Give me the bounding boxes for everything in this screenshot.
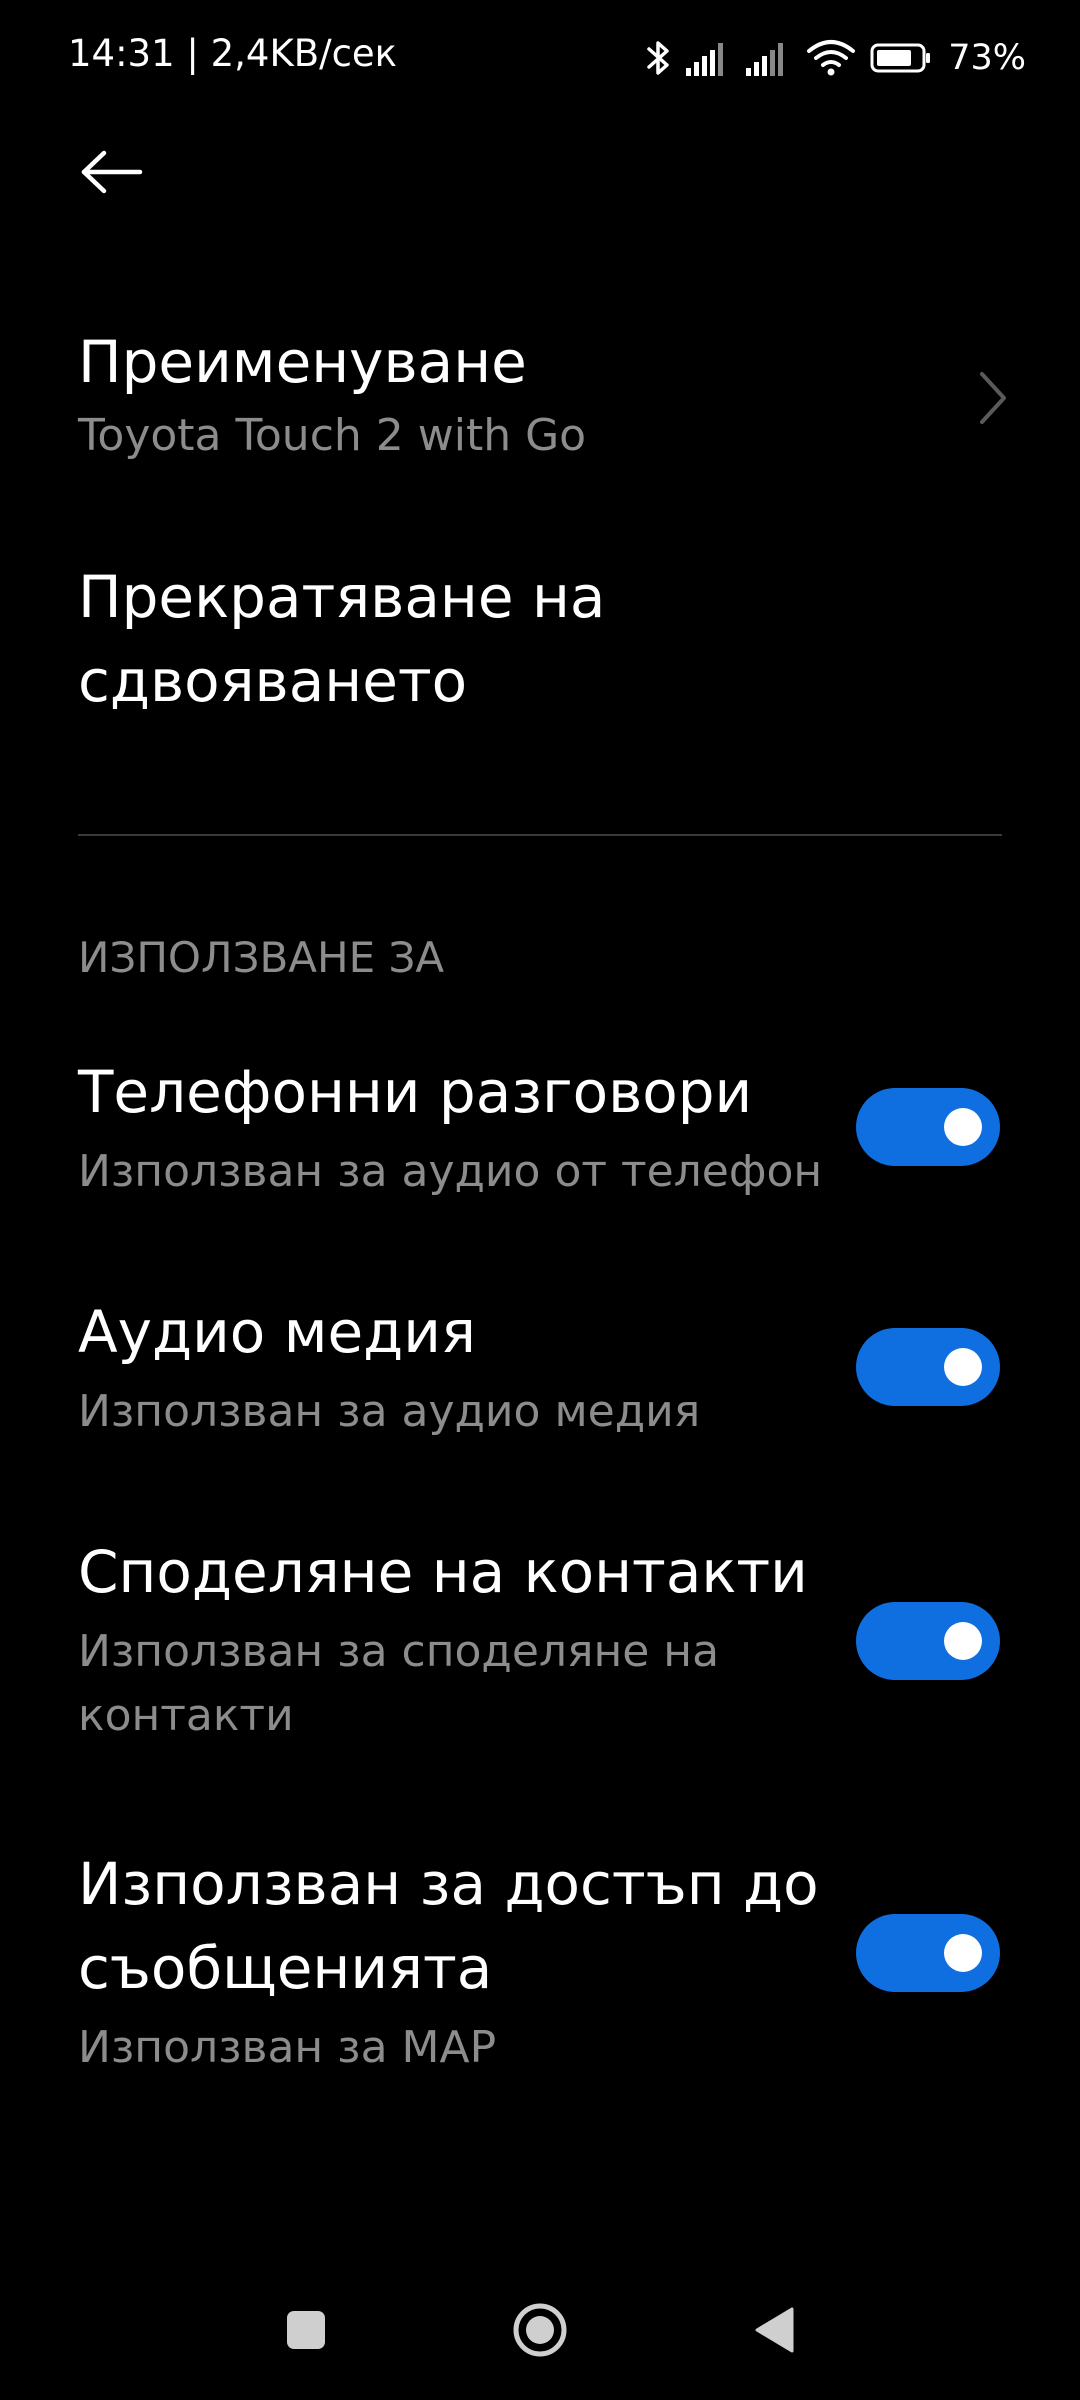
device-name: Toyota Touch 2 with Go [78, 410, 587, 461]
message-access-toggle[interactable] [856, 1914, 1000, 1992]
circle-icon [513, 2303, 567, 2357]
toggle-title: Споделяне на контакти [78, 1538, 808, 1606]
media-audio-toggle[interactable] [856, 1328, 1000, 1406]
toggle-knob [944, 1108, 982, 1146]
status-icons: 73% [646, 30, 1026, 86]
nav-back-button[interactable] [734, 2290, 814, 2370]
square-icon [287, 2311, 325, 2349]
toggle-subtitle: Използван за аудио медия [78, 1386, 701, 1437]
toggle-subtitle-line2: контакти [78, 1690, 294, 1741]
toggle-title-line2: съобщенията [78, 1934, 493, 2002]
chevron-right-icon [980, 372, 1006, 424]
signal-icon [686, 40, 732, 76]
rename-row[interactable]: Преименуване Toyota Touch 2 with Go [0, 300, 1080, 480]
back-button[interactable] [66, 132, 158, 212]
recents-button[interactable] [266, 2290, 346, 2370]
section-header: ИЗПОЛЗВАНЕ ЗА [78, 933, 445, 982]
rename-title: Преименуване [78, 328, 527, 396]
contact-sharing-toggle[interactable] [856, 1602, 1000, 1680]
toggle-subtitle: Използван за MAP [78, 2022, 497, 2073]
unpair-row[interactable]: Прекратяване на сдвояването [0, 555, 1080, 735]
status-bar: 14:31 | 2,4KB/сек 73% [0, 0, 1080, 115]
unpair-title-line2: сдвояването [78, 647, 468, 715]
toggle-row-phone-calls[interactable]: Телефонни разговори Използван за аудио о… [0, 1050, 1080, 1230]
status-time-speed: 14:31 | 2,4KB/сек [68, 32, 398, 75]
toggle-subtitle-line1: Използван за споделяне на [78, 1626, 720, 1677]
toggle-title-line1: Използван за достъп до [78, 1850, 819, 1918]
toggle-row-media-audio[interactable]: Аудио медия Използван за аудио медия [0, 1290, 1080, 1470]
home-button[interactable] [500, 2290, 580, 2370]
battery-icon [870, 42, 932, 74]
toggle-subtitle: Използван за аудио от телефон [78, 1146, 823, 1197]
unpair-title-line1: Прекратяване на [78, 563, 606, 631]
triangle-back-icon [755, 2307, 794, 2353]
bluetooth-icon [646, 38, 672, 78]
wifi-icon [806, 39, 856, 77]
toggle-knob [944, 1934, 982, 1972]
toggle-knob [944, 1622, 982, 1660]
signal-icon [746, 40, 792, 76]
arrow-left-icon [81, 150, 143, 194]
toggle-knob [944, 1348, 982, 1386]
divider [78, 834, 1002, 836]
toggle-row-message-access[interactable]: Използван за достъп до съобщенията Изпол… [0, 1842, 1080, 2073]
toggle-row-contact-sharing[interactable]: Споделяне на контакти Използван за споде… [0, 1530, 1080, 1760]
toggle-title: Аудио медия [78, 1298, 476, 1366]
toggle-title: Телефонни разговори [78, 1058, 753, 1126]
phone-calls-toggle[interactable] [856, 1088, 1000, 1166]
battery-percent: 73% [948, 38, 1026, 78]
